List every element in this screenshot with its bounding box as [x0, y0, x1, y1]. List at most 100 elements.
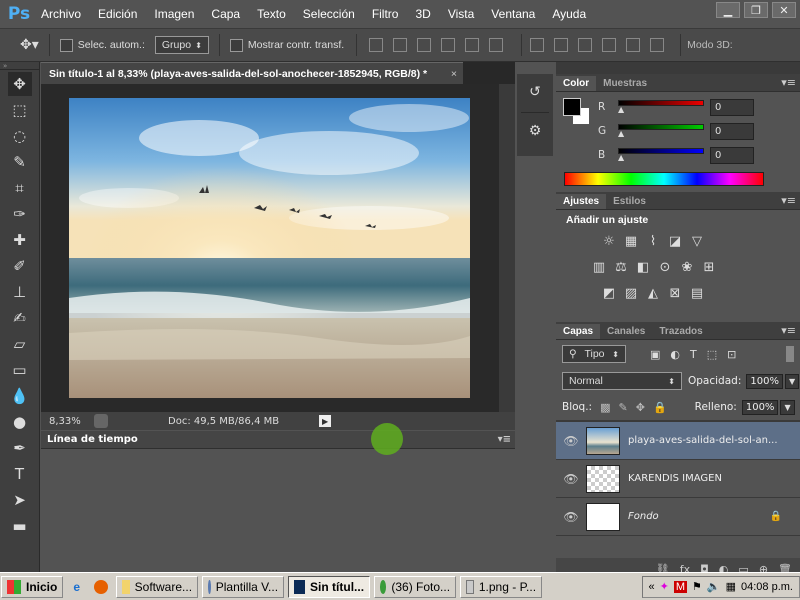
- filter-type-icon[interactable]: T: [690, 348, 697, 361]
- move-tool-preset-icon[interactable]: ✥▾: [20, 37, 39, 53]
- tray-app-icon[interactable]: ✦: [660, 580, 669, 593]
- zoom-level[interactable]: 8,33%: [49, 416, 94, 427]
- quick-select-tool-icon[interactable]: ✎: [8, 150, 32, 174]
- menu-archivo[interactable]: Archivo: [41, 7, 81, 21]
- eyedropper-tool-icon[interactable]: ✑: [8, 202, 32, 226]
- blue-slider[interactable]: ▲: [618, 148, 704, 162]
- blend-mode-dropdown[interactable]: Normal ⬍: [562, 372, 682, 390]
- align-left-icon[interactable]: [441, 38, 456, 52]
- posterize-icon[interactable]: ▨: [622, 284, 640, 302]
- red-value-input[interactable]: 0: [710, 98, 754, 116]
- menu-imagen[interactable]: Imagen: [154, 7, 194, 21]
- auto-select-dropdown[interactable]: Grupo ⬍: [154, 36, 209, 54]
- brush-tool-icon[interactable]: ✐: [8, 254, 32, 278]
- tab-color[interactable]: Color: [556, 76, 597, 91]
- volume-icon[interactable]: 🔈: [707, 580, 721, 593]
- pen-tool-icon[interactable]: ✒: [8, 436, 32, 460]
- align-bottom-icon[interactable]: [417, 38, 432, 52]
- filter-adjustment-icon[interactable]: ◐: [670, 348, 680, 361]
- panel-menu-icon[interactable]: ▾≡: [498, 434, 511, 445]
- marquee-tool-icon[interactable]: ⬚: [8, 98, 32, 122]
- menu-capa[interactable]: Capa: [211, 7, 240, 21]
- vibrance-icon[interactable]: ▽: [688, 232, 706, 250]
- stamp-tool-icon[interactable]: ⊥: [8, 280, 32, 304]
- color-spectrum-bar[interactable]: [564, 172, 764, 186]
- opacity-dropdown-icon[interactable]: ▼: [784, 373, 800, 389]
- menu-3d[interactable]: 3D: [415, 7, 430, 21]
- ie-icon[interactable]: e: [73, 580, 80, 594]
- distribute-vcenter-icon[interactable]: [554, 38, 569, 52]
- tray-expand-icon[interactable]: «: [649, 581, 655, 593]
- tab-capas[interactable]: Capas: [556, 324, 601, 339]
- channel-mixer-icon[interactable]: ❀: [678, 258, 696, 276]
- healing-tool-icon[interactable]: ✚: [8, 228, 32, 252]
- eye-icon[interactable]: 👁: [556, 510, 586, 524]
- menu-ventana[interactable]: Ventana: [491, 7, 535, 21]
- taskbar-item[interactable]: (36) Foto...: [374, 575, 457, 598]
- history-brush-tool-icon[interactable]: ✍: [8, 306, 32, 330]
- canvas-image[interactable]: [69, 98, 470, 398]
- blue-value-input[interactable]: 0: [710, 146, 754, 164]
- layer-row[interactable]: 👁 Fondo 🔒: [556, 498, 800, 536]
- invert-icon[interactable]: ◩: [600, 284, 618, 302]
- photo-filter-icon[interactable]: ⊙: [656, 258, 674, 276]
- menu-texto[interactable]: Texto: [257, 7, 286, 21]
- menu-filtro[interactable]: Filtro: [372, 7, 399, 21]
- layer-filter-dropdown[interactable]: ⚲ Tipo ⬍: [562, 345, 626, 363]
- history-panel-icon[interactable]: ↺: [526, 84, 544, 102]
- crop-tool-icon[interactable]: ⌗: [8, 176, 32, 200]
- distribute-top-icon[interactable]: [530, 38, 545, 52]
- distribute-bottom-icon[interactable]: [578, 38, 593, 52]
- close-icon[interactable]: ✕: [772, 2, 796, 18]
- opacity-input[interactable]: 100%: [746, 373, 783, 389]
- move-tool-icon[interactable]: ✥: [7, 72, 32, 96]
- green-value-input[interactable]: 0: [710, 122, 754, 140]
- selective-color-icon[interactable]: ⊠: [666, 284, 684, 302]
- panel-menu-icon[interactable]: ▾≡: [781, 324, 796, 337]
- panel-menu-icon[interactable]: ▾≡: [781, 76, 796, 89]
- levels-icon[interactable]: ▦: [622, 232, 640, 250]
- start-button[interactable]: Inicio: [1, 575, 64, 598]
- fill-dropdown-icon[interactable]: ▼: [780, 399, 795, 415]
- gradient-tool-icon[interactable]: ▭: [8, 358, 32, 382]
- align-vcenter-icon[interactable]: [393, 38, 408, 52]
- distribute-hcenter-icon[interactable]: [626, 38, 641, 52]
- tab-estilos[interactable]: Estilos: [606, 194, 653, 209]
- black-white-icon[interactable]: ◧: [634, 258, 652, 276]
- taskbar-item[interactable]: 1.png - P...: [460, 575, 543, 598]
- hue-saturation-icon[interactable]: ▥: [590, 258, 608, 276]
- filter-toggle-icon[interactable]: [786, 346, 794, 362]
- lock-transparent-icon[interactable]: ▩: [600, 401, 610, 414]
- toolbox-collapse-icon[interactable]: »: [0, 62, 39, 70]
- properties-panel-icon[interactable]: ⚙: [526, 123, 544, 141]
- menu-seleccion[interactable]: Selección: [303, 7, 355, 21]
- minimize-icon[interactable]: ▁: [716, 2, 740, 18]
- color-balance-icon[interactable]: ⚖: [612, 258, 630, 276]
- panel-collapse-bar[interactable]: [556, 62, 800, 74]
- status-info-icon[interactable]: [94, 414, 108, 428]
- eye-icon[interactable]: 👁: [556, 434, 586, 448]
- firefox-icon[interactable]: [94, 579, 109, 594]
- vertical-scrollbar[interactable]: [499, 84, 515, 412]
- shape-tool-icon[interactable]: ▬: [8, 514, 32, 538]
- menu-vista[interactable]: Vista: [448, 7, 474, 21]
- lock-position-icon[interactable]: ✥: [636, 401, 645, 414]
- tab-trazados[interactable]: Trazados: [652, 324, 709, 339]
- layer-row-selected[interactable]: 👁 playa-aves-salida-del-sol-an...: [556, 422, 800, 460]
- menu-ayuda[interactable]: Ayuda: [552, 7, 586, 21]
- lock-all-icon[interactable]: 🔒: [653, 401, 667, 414]
- eye-icon[interactable]: 👁: [556, 472, 586, 486]
- exposure-icon[interactable]: ◪: [666, 232, 684, 250]
- auto-select-checkbox[interactable]: [59, 38, 73, 52]
- layer-row[interactable]: 👁 KARENDIS IMAGEN: [556, 460, 800, 498]
- align-right-icon[interactable]: [489, 38, 504, 52]
- taskbar-item-active[interactable]: Sin títul...: [288, 575, 371, 598]
- tab-muestras[interactable]: Muestras: [596, 76, 654, 91]
- green-slider[interactable]: ▲: [618, 124, 704, 138]
- tab-ajustes[interactable]: Ajustes: [556, 194, 607, 209]
- close-icon[interactable]: ×: [451, 68, 457, 80]
- distribute-left-icon[interactable]: [602, 38, 617, 52]
- tray-antivirus-icon[interactable]: M: [673, 580, 688, 593]
- taskbar-item[interactable]: Plantilla V...: [202, 575, 285, 598]
- status-menu-arrow-icon[interactable]: ▶: [319, 415, 332, 427]
